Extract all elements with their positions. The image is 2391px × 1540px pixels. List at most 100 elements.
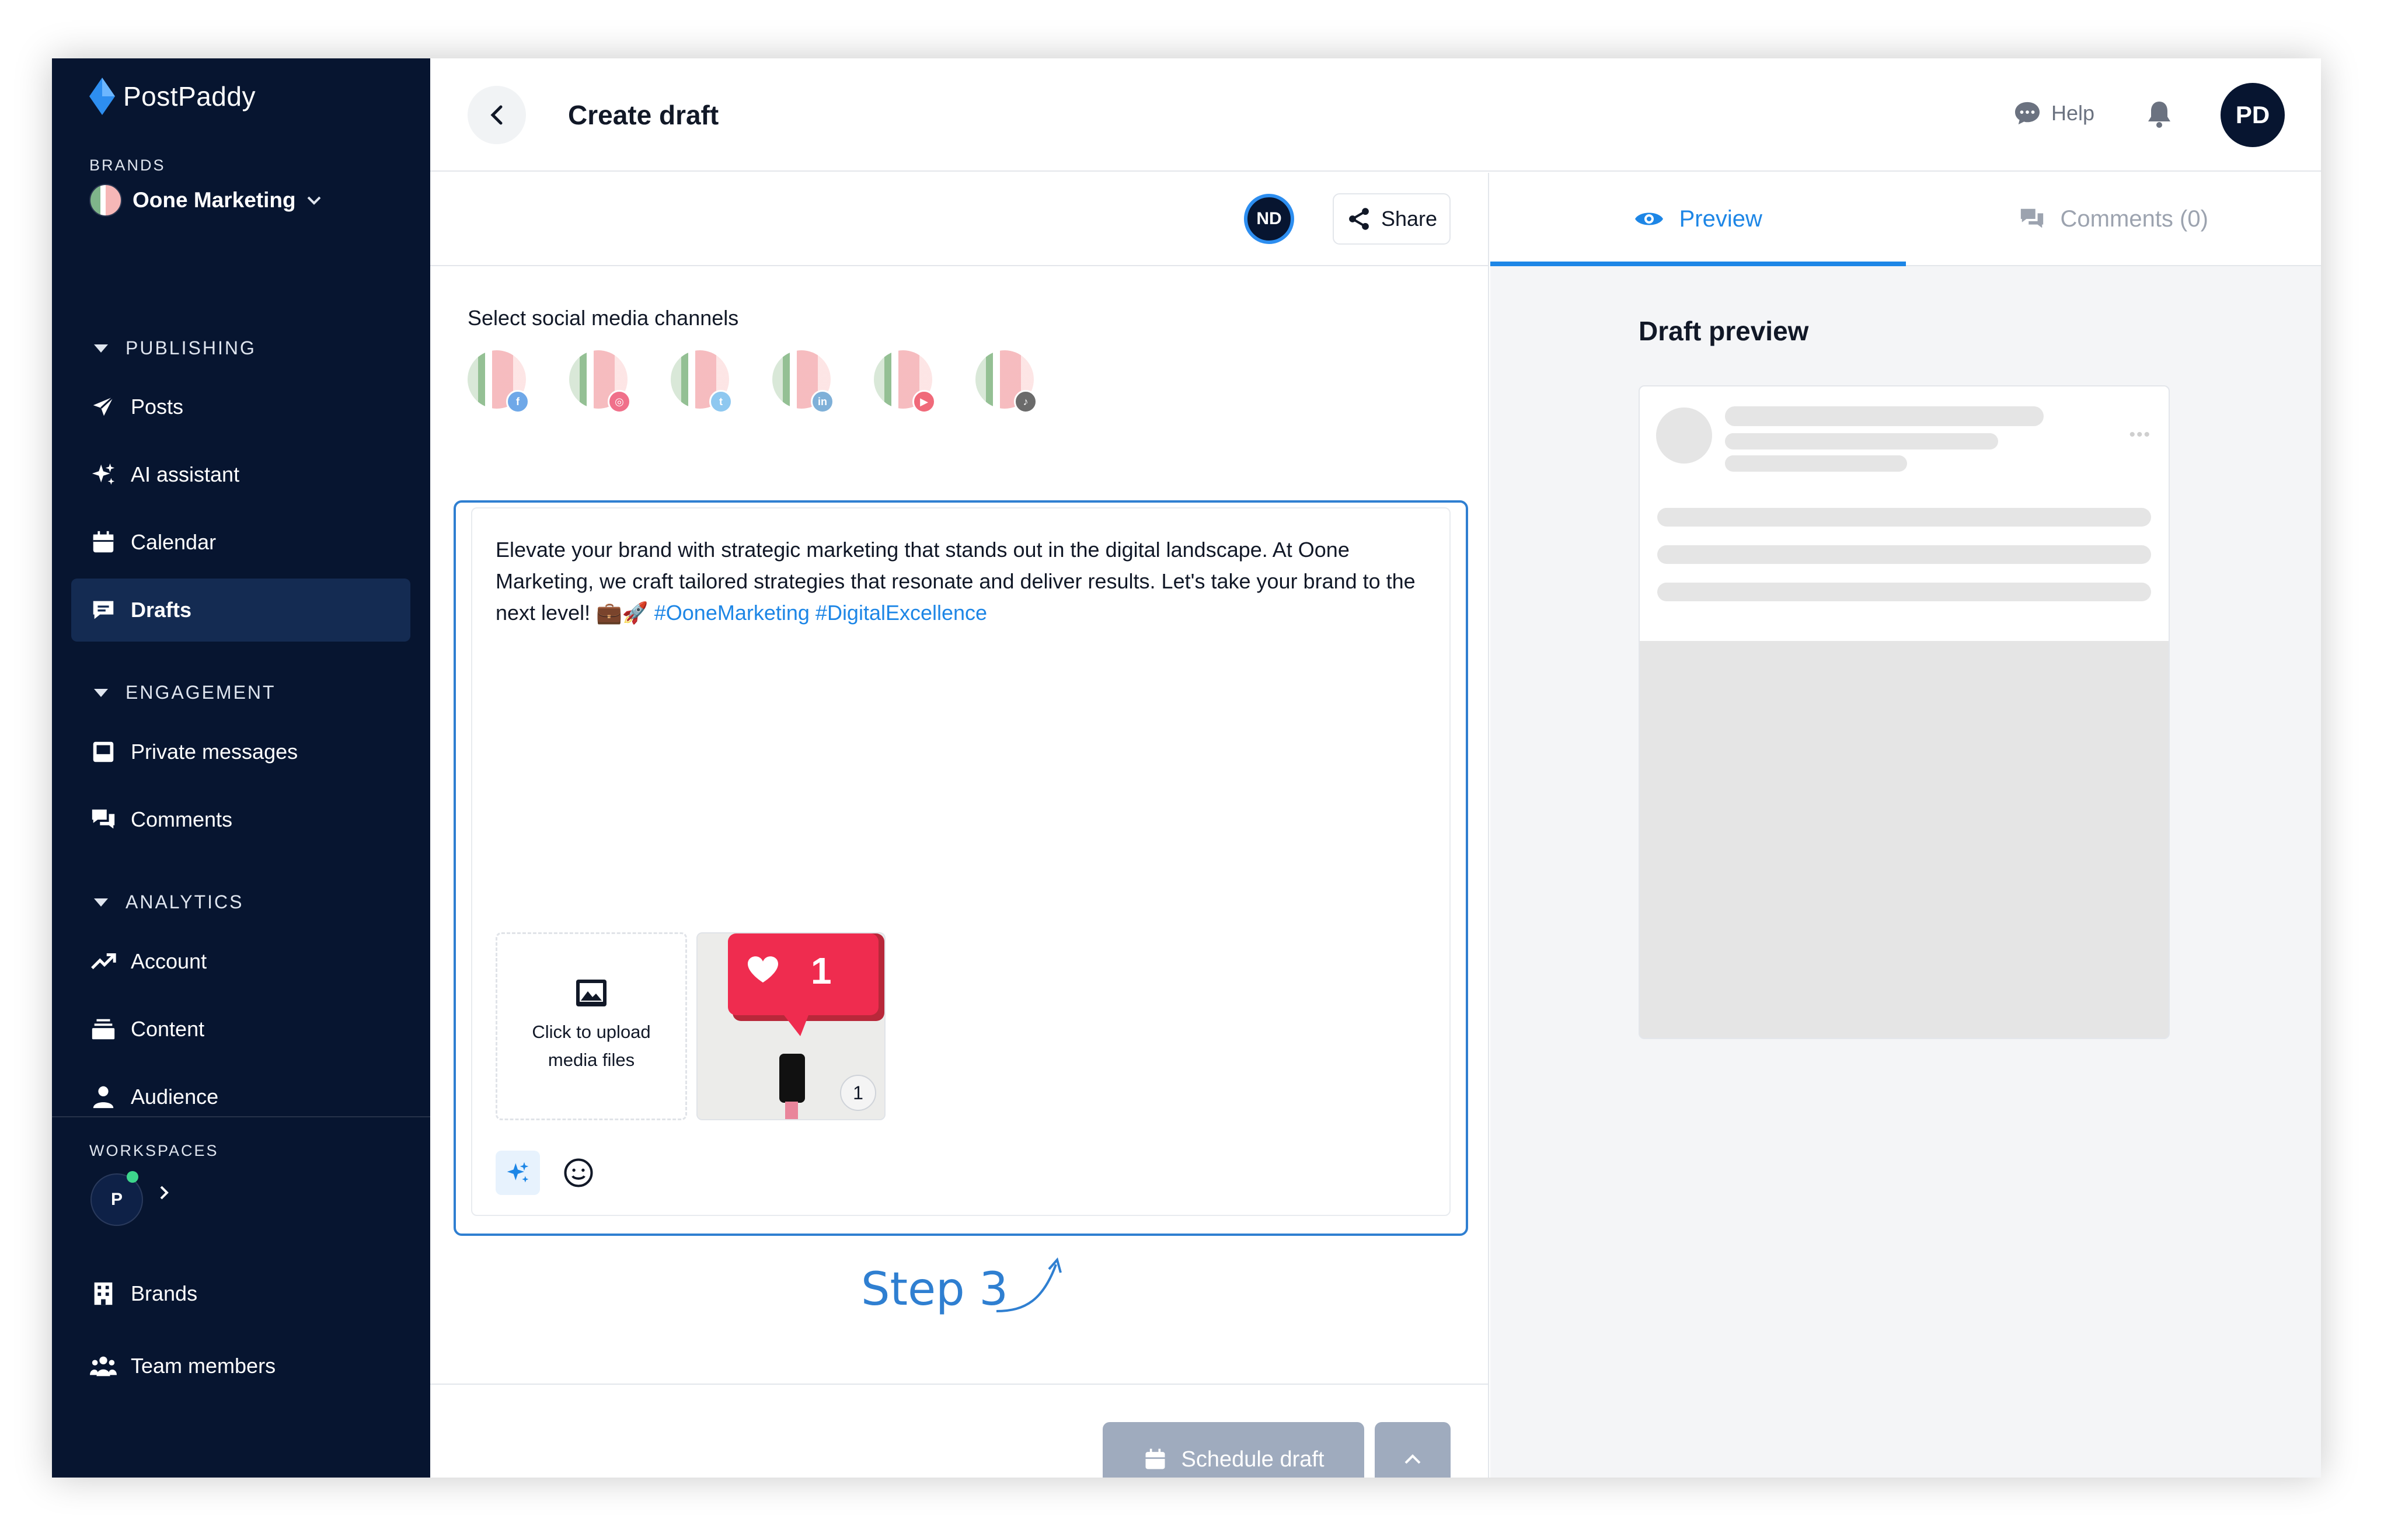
schedule-options-button[interactable] bbox=[1375, 1422, 1451, 1478]
channel-linkedin[interactable]: in bbox=[772, 350, 834, 413]
brand-avatar bbox=[89, 184, 122, 217]
brands-label: BRANDS bbox=[89, 156, 166, 174]
channel-selector: f ◎ t in ▶ ♪ bbox=[468, 350, 1037, 413]
channels-label: Select social media channels bbox=[468, 306, 739, 330]
sidebar-item-team-members[interactable]: Team members bbox=[71, 1335, 410, 1398]
facebook-icon: f bbox=[506, 390, 529, 413]
group-label: ENGAGEMENT bbox=[126, 682, 276, 703]
channel-youtube[interactable]: ▶ bbox=[874, 350, 936, 413]
tab-label: Comments (0) bbox=[2060, 205, 2208, 232]
preview-title: Draft preview bbox=[1639, 316, 1809, 346]
sparkles-icon bbox=[92, 463, 115, 485]
brand-selector[interactable]: Oone Marketing bbox=[89, 184, 322, 217]
preview-tabs: Preview Comments (0) bbox=[1490, 173, 2321, 266]
sidebar-item-label: Content bbox=[131, 1017, 205, 1041]
workspaces-label: WORKSPACES bbox=[89, 1142, 219, 1159]
sidebar-item-calendar[interactable]: Calendar bbox=[71, 511, 410, 574]
emoji-button[interactable] bbox=[560, 1154, 597, 1191]
footer-divider bbox=[430, 1384, 1488, 1385]
group-label: PUBLISHING bbox=[126, 337, 256, 358]
logo-icon bbox=[89, 78, 115, 115]
share-button[interactable]: Share bbox=[1333, 193, 1451, 245]
sidebar-item-label: Comments bbox=[131, 807, 233, 831]
upload-media-tile[interactable]: Click to upload media files bbox=[496, 932, 687, 1120]
drafts-icon bbox=[93, 601, 114, 619]
tab-label: Preview bbox=[1679, 205, 1762, 232]
caret-down-icon bbox=[94, 344, 108, 353]
chevron-right-icon[interactable] bbox=[158, 1184, 170, 1201]
sidebar-item-label: Brands bbox=[131, 1281, 198, 1305]
schedule-label: Schedule draft bbox=[1181, 1447, 1325, 1472]
sidebar-item-label: Posts bbox=[131, 395, 184, 419]
chevron-up-icon bbox=[1404, 1454, 1421, 1464]
sidebar: PostPaddy BRANDS Oone Marketing PUBLISHI… bbox=[52, 58, 430, 1478]
notifications-button[interactable] bbox=[2146, 100, 2172, 131]
skeleton-line bbox=[1657, 545, 2151, 564]
sidebar-item-comments[interactable]: Comments bbox=[71, 788, 410, 851]
online-status-dot bbox=[127, 1171, 138, 1183]
upload-line: media files bbox=[548, 1050, 635, 1070]
skeleton-line bbox=[1725, 455, 1907, 472]
skeleton-avatar bbox=[1656, 407, 1712, 464]
sidebar-item-label: Calendar bbox=[131, 530, 217, 554]
group-publishing[interactable]: PUBLISHING bbox=[94, 337, 256, 359]
image-icon bbox=[576, 980, 607, 1006]
instagram-icon: ◎ bbox=[608, 390, 631, 413]
sidebar-item-label: Account bbox=[131, 949, 207, 973]
channel-facebook[interactable]: f bbox=[468, 350, 529, 413]
post-hashtags: #OoneMarketing #DigitalExcellence bbox=[654, 601, 988, 625]
skeleton-line bbox=[1657, 583, 2151, 601]
group-analytics[interactable]: ANALYTICS bbox=[94, 891, 243, 913]
sidebar-item-label: Team members bbox=[131, 1354, 276, 1378]
sidebar-item-ai-assistant[interactable]: AI assistant bbox=[71, 443, 410, 506]
app-name: PostPaddy bbox=[123, 81, 256, 112]
app-window: PostPaddy BRANDS Oone Marketing PUBLISHI… bbox=[52, 58, 2321, 1478]
sidebar-item-content[interactable]: Content bbox=[71, 998, 410, 1061]
eye-icon bbox=[1634, 212, 1663, 225]
tiktok-icon: ♪ bbox=[1014, 390, 1037, 413]
sidebar-item-label: AI assistant bbox=[131, 462, 240, 486]
help-label: Help bbox=[2051, 101, 2094, 125]
channel-twitter[interactable]: t bbox=[671, 350, 733, 413]
sidebar-item-posts[interactable]: Posts bbox=[71, 375, 410, 438]
back-button[interactable] bbox=[468, 86, 526, 144]
media-thumbnail[interactable]: 1 1 bbox=[696, 932, 886, 1120]
brand-name: Oone Marketing bbox=[133, 188, 296, 212]
chevron-left-icon bbox=[490, 105, 503, 125]
linkedin-icon: in bbox=[811, 390, 834, 413]
channel-tiktok[interactable]: ♪ bbox=[975, 350, 1037, 413]
sidebar-item-audience[interactable]: Audience bbox=[71, 1065, 410, 1128]
channel-instagram[interactable]: ◎ bbox=[569, 350, 631, 413]
user-avatar[interactable]: PD bbox=[2221, 83, 2285, 147]
tab-comments[interactable]: Comments (0) bbox=[1906, 173, 2322, 265]
sidebar-item-label: Audience bbox=[131, 1085, 219, 1109]
draft-editor: ND Share Select social media channels f … bbox=[430, 173, 1489, 1478]
tab-preview[interactable]: Preview bbox=[1490, 173, 1906, 266]
schedule-draft-button[interactable]: Schedule draft bbox=[1103, 1422, 1364, 1478]
app-logo[interactable]: PostPaddy bbox=[89, 76, 256, 117]
composer-inner: Elevate your brand with strategic market… bbox=[471, 507, 1451, 1216]
caret-down-icon bbox=[94, 898, 108, 907]
help-button[interactable]: Help bbox=[2014, 101, 2094, 126]
person-icon bbox=[93, 1086, 114, 1109]
editor-toolbar: ND Share bbox=[430, 173, 1488, 266]
group-engagement[interactable]: ENGAGEMENT bbox=[94, 682, 276, 703]
sidebar-item-private-messages[interactable]: Private messages bbox=[71, 720, 410, 783]
ai-assist-button[interactable] bbox=[496, 1151, 540, 1195]
chat-bubbles-icon bbox=[2020, 208, 2043, 228]
sidebar-item-drafts[interactable]: Drafts bbox=[71, 579, 410, 642]
post-composer: Elevate your brand with strategic market… bbox=[454, 500, 1468, 1236]
post-text-area[interactable]: Elevate your brand with strategic market… bbox=[496, 534, 1426, 629]
sidebar-item-brands[interactable]: Brands bbox=[71, 1262, 410, 1325]
sidebar-item-account[interactable]: Account bbox=[71, 930, 410, 993]
top-header: Create draft Help PD bbox=[430, 58, 2321, 172]
upload-line: Click to upload bbox=[532, 1022, 651, 1042]
smiley-icon bbox=[564, 1158, 593, 1187]
inbox-icon bbox=[93, 741, 114, 762]
collaborator-avatar[interactable]: ND bbox=[1244, 194, 1294, 244]
preview-skeleton: ••• bbox=[1640, 386, 2169, 641]
media-count-badge: 1 bbox=[840, 1075, 876, 1111]
youtube-icon: ▶ bbox=[912, 390, 936, 413]
twitter-icon: t bbox=[709, 390, 733, 413]
stack-icon bbox=[92, 1019, 115, 1040]
